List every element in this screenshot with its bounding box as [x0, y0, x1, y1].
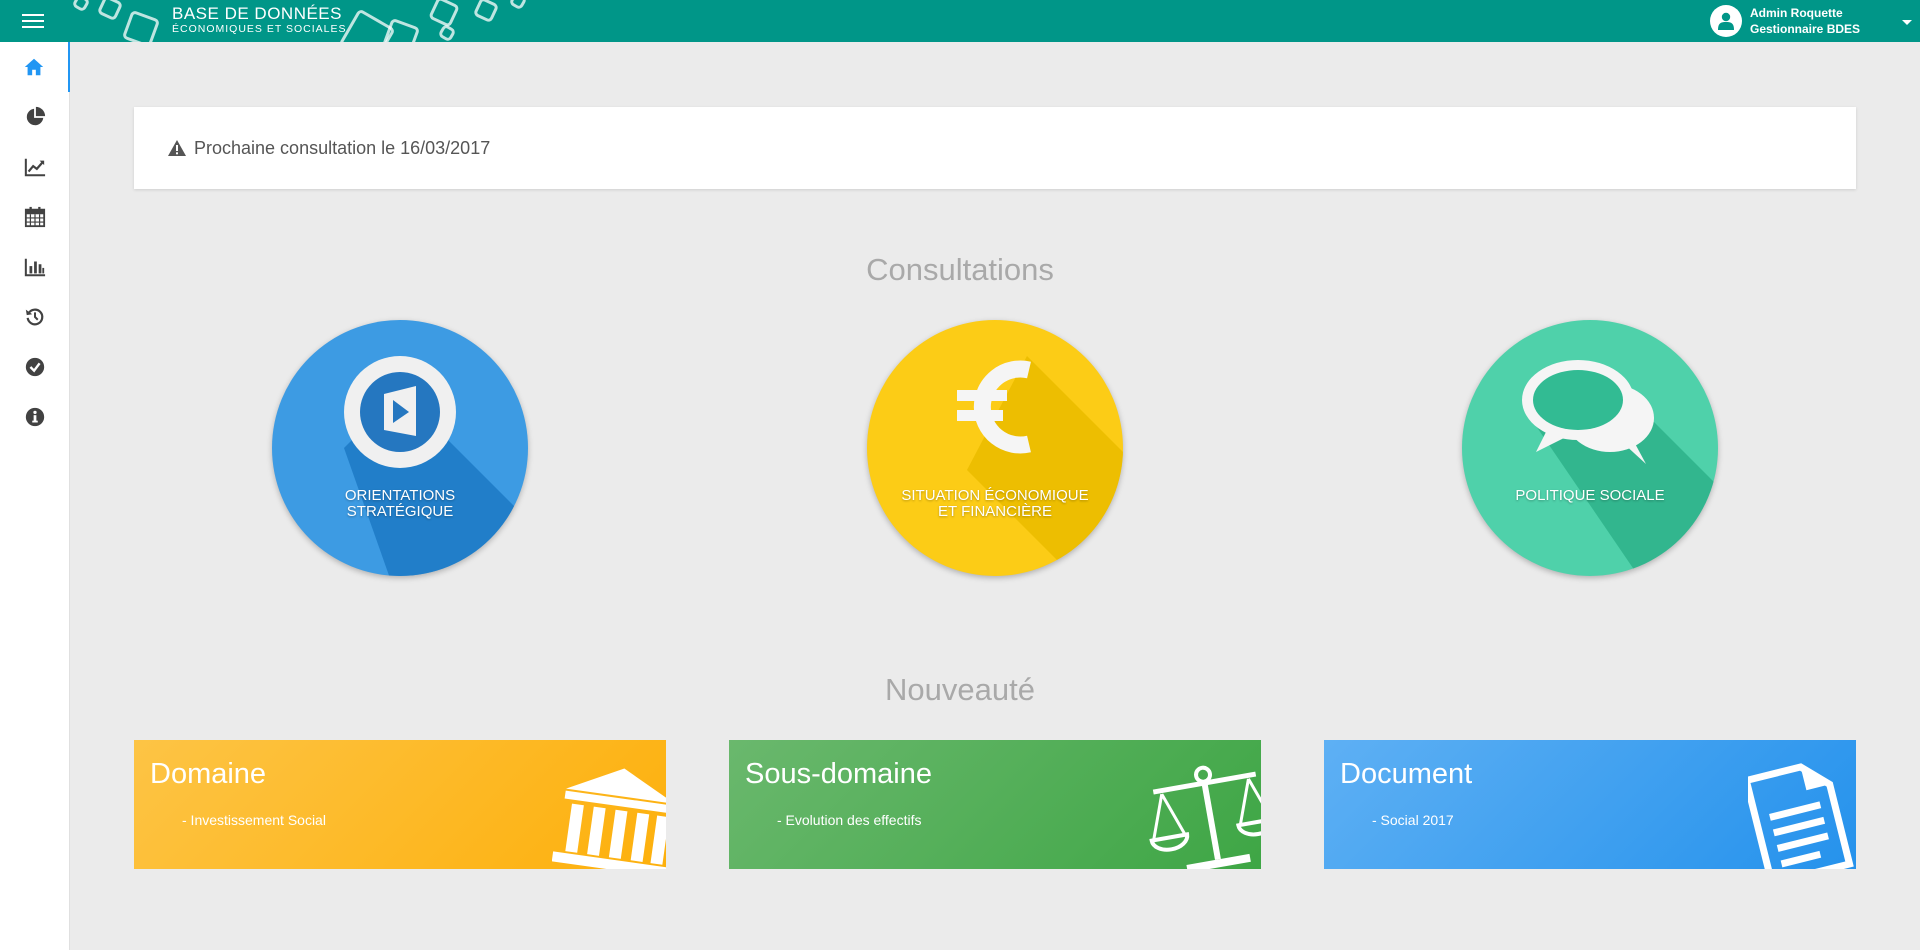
consultations-title: Consultations [866, 252, 1054, 287]
logo-decoration [121, 9, 161, 42]
user-name: Admin Roquette [1750, 6, 1843, 20]
sidebar [0, 42, 70, 950]
document-icon [1748, 763, 1854, 869]
sidebar-item-history[interactable] [0, 292, 70, 342]
sidebar-item-line-chart[interactable] [0, 142, 70, 192]
consultation-label: POLITIQUE SOCIALE [1515, 487, 1665, 504]
info-icon [25, 407, 45, 427]
card-domaine[interactable]: Domaine - Investissement Social [134, 740, 666, 869]
card-item: - Social 2017 [1372, 812, 1454, 828]
user-avatar-icon [1710, 5, 1742, 37]
chat-bubbles-icon [1522, 360, 1654, 464]
user-role: Gestionnaire BDES [1750, 22, 1861, 36]
logo-decoration [96, 0, 124, 22]
logo-decoration [428, 0, 460, 28]
calendar-icon [24, 206, 46, 228]
consultation-situation[interactable]: SITUATION ÉCONOMIQUE ET FINANCIÈRE [867, 320, 1123, 576]
card-item: - Evolution des effectifs [777, 812, 922, 828]
warning-icon [168, 140, 186, 156]
sidebar-item-info[interactable] [0, 392, 70, 442]
user-menu[interactable]: Admin Roquette Gestionnaire BDES [1710, 0, 1920, 42]
next-consultation-alert: Prochaine consultation le 16/03/2017 [134, 107, 1856, 189]
balance-scale-icon [1149, 765, 1261, 869]
app-brand[interactable]: BASE DE DONNÉES ÉCONOMIQUES ET SOCIALES [172, 5, 347, 36]
user-info: Admin Roquette Gestionnaire BDES [1750, 5, 1860, 37]
sidebar-item-check[interactable] [0, 342, 70, 392]
consultation-orientations[interactable]: ORIENTATIONS STRATÉGIQUE [272, 320, 528, 576]
logo-decoration [437, 23, 457, 42]
card-item: - Investissement Social [182, 812, 326, 828]
consultation-politique-sociale[interactable]: POLITIQUE SOCIALE [1462, 320, 1718, 576]
sidebar-item-calendar[interactable] [0, 192, 70, 242]
card-sous-domaine[interactable]: Sous-domaine - Evolution des effectifs [729, 740, 1261, 869]
nouveaute-title: Nouveauté [885, 672, 1035, 707]
logo-decoration [381, 17, 421, 42]
alert-text: Prochaine consultation le 16/03/2017 [194, 137, 491, 158]
logo-decoration [472, 0, 500, 24]
check-circle-icon [25, 357, 45, 377]
logo-decoration [71, 0, 91, 13]
brand-line2: ÉCONOMIQUES ET SOCIALES [172, 23, 347, 35]
sidebar-item-pie-chart[interactable] [0, 92, 70, 142]
brand-line1: BASE DE DONNÉES [172, 4, 342, 23]
chevron-down-icon[interactable] [1902, 20, 1912, 25]
card-title: Sous-domaine [745, 758, 932, 790]
hamburger-menu-icon[interactable] [20, 11, 46, 31]
top-bar: BASE DE DONNÉES ÉCONOMIQUES ET SOCIALES … [0, 0, 1920, 42]
history-icon [25, 308, 44, 326]
sidebar-item-home[interactable] [0, 42, 70, 92]
institution-icon [552, 768, 666, 869]
play-circle-icon [344, 356, 456, 468]
card-title: Domaine [150, 758, 267, 790]
pie-chart-icon [26, 106, 46, 126]
consultation-label: SITUATION ÉCONOMIQUE ET FINANCIÈRE [901, 487, 1089, 520]
consultation-label: ORIENTATIONS STRATÉGIQUE [344, 487, 456, 520]
line-chart-icon [24, 158, 46, 177]
home-icon [24, 58, 44, 76]
card-title: Document [1340, 758, 1473, 790]
euro-icon [957, 360, 1031, 454]
logo-decoration [508, 0, 528, 11]
card-document[interactable]: Document - Social 2017 [1324, 740, 1856, 869]
